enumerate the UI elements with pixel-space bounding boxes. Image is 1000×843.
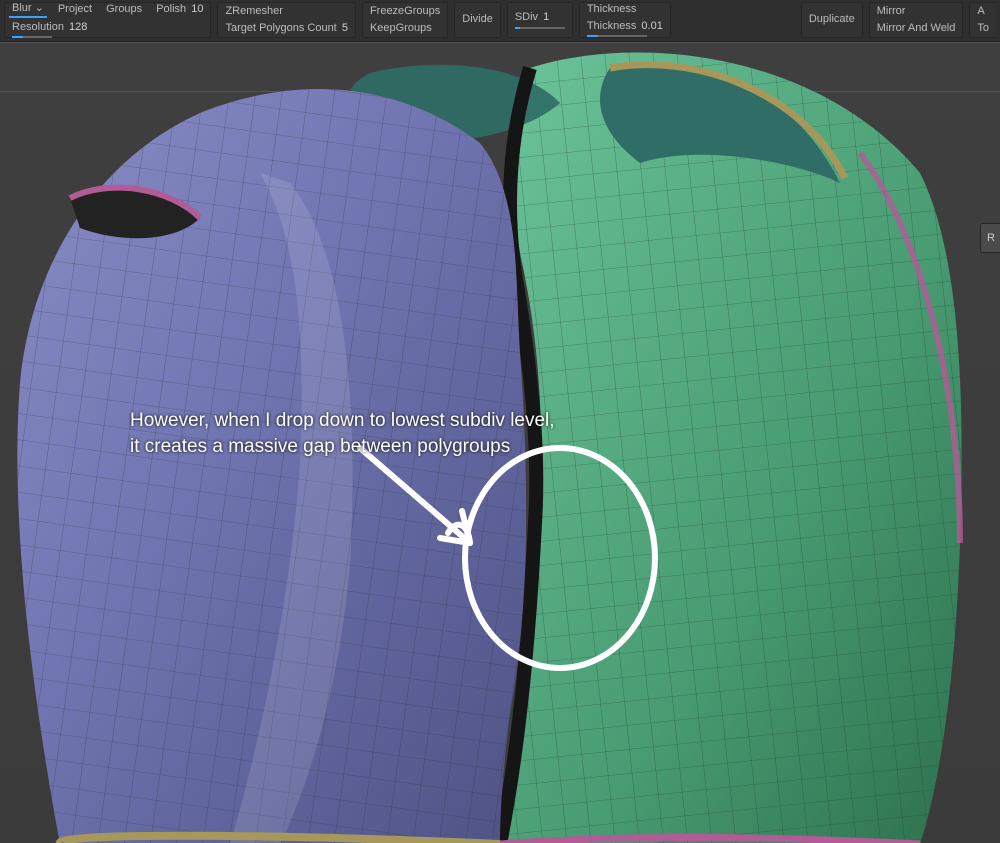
group-duplicate: Duplicate	[801, 2, 863, 38]
mirror-button[interactable]: Mirror	[874, 4, 909, 19]
resolution-slider[interactable]: Resolution 128	[9, 20, 90, 39]
resolution-value: 128	[69, 21, 87, 33]
group-zremesher: ZRemesher Target Polygons Count 5	[217, 2, 355, 38]
group-polygroups: FreezeGroups KeepGroups	[362, 2, 448, 38]
right-edge-button[interactable]: R	[980, 223, 1000, 253]
polish-value: 10	[191, 3, 203, 15]
truncated-button-1[interactable]: A	[974, 4, 987, 19]
zremesher-button[interactable]: ZRemesher	[222, 4, 285, 19]
thickness-button[interactable]: Thickness	[584, 2, 640, 17]
duplicate-button[interactable]: Duplicate	[806, 12, 858, 27]
sdiv-slider[interactable]: SDiv 1	[512, 10, 568, 29]
target-polygons-slider[interactable]: Target Polygons Count 5	[222, 21, 350, 36]
group-cut-right: A To	[969, 2, 996, 38]
group-mirror: Mirror Mirror And Weld	[869, 2, 964, 38]
group-sdiv: SDiv 1	[507, 2, 573, 38]
thickness-slider[interactable]: Thickness 0.01	[584, 19, 666, 38]
project-button[interactable]: Project	[55, 2, 95, 17]
thickness-slider-bar[interactable]	[587, 35, 647, 37]
sdiv-label: SDiv	[515, 11, 538, 23]
groups-button[interactable]: Groups	[103, 2, 145, 17]
thickness-label: Thickness	[587, 20, 637, 32]
mirror-weld-button[interactable]: Mirror And Weld	[874, 21, 959, 36]
mesh-render	[0, 43, 1000, 843]
group-dynamesh: Blur ⌄ Project Groups Polish 10 Resoluti…	[4, 2, 211, 38]
divide-button[interactable]: Divide	[459, 12, 496, 27]
sdiv-slider-bar[interactable]	[515, 27, 565, 29]
keep-groups-button[interactable]: KeepGroups	[367, 21, 435, 36]
chevron-icon: ⌄	[35, 2, 44, 14]
polish-slider[interactable]: Polish 10	[153, 2, 206, 17]
thickness-value: 0.01	[641, 20, 662, 32]
group-thickness: Thickness Thickness 0.01	[579, 2, 671, 38]
truncated-button-2[interactable]: To	[974, 21, 992, 36]
right-edge-label: R	[987, 232, 995, 244]
resolution-slider-bar[interactable]	[12, 36, 52, 38]
freeze-groups-button[interactable]: FreezeGroups	[367, 4, 443, 19]
blur-label: Blur	[12, 2, 32, 14]
blur-button[interactable]: Blur ⌄	[9, 1, 47, 18]
top-toolbar: Blur ⌄ Project Groups Polish 10 Resoluti…	[0, 0, 1000, 42]
target-poly-value: 5	[342, 22, 348, 34]
group-divide: Divide	[454, 2, 501, 38]
target-poly-label: Target Polygons Count	[225, 22, 336, 34]
sdiv-value: 1	[543, 11, 549, 23]
viewport[interactable]: However, when I drop down to lowest subd…	[0, 42, 1000, 843]
polish-label: Polish	[156, 3, 186, 15]
resolution-label: Resolution	[12, 21, 64, 33]
